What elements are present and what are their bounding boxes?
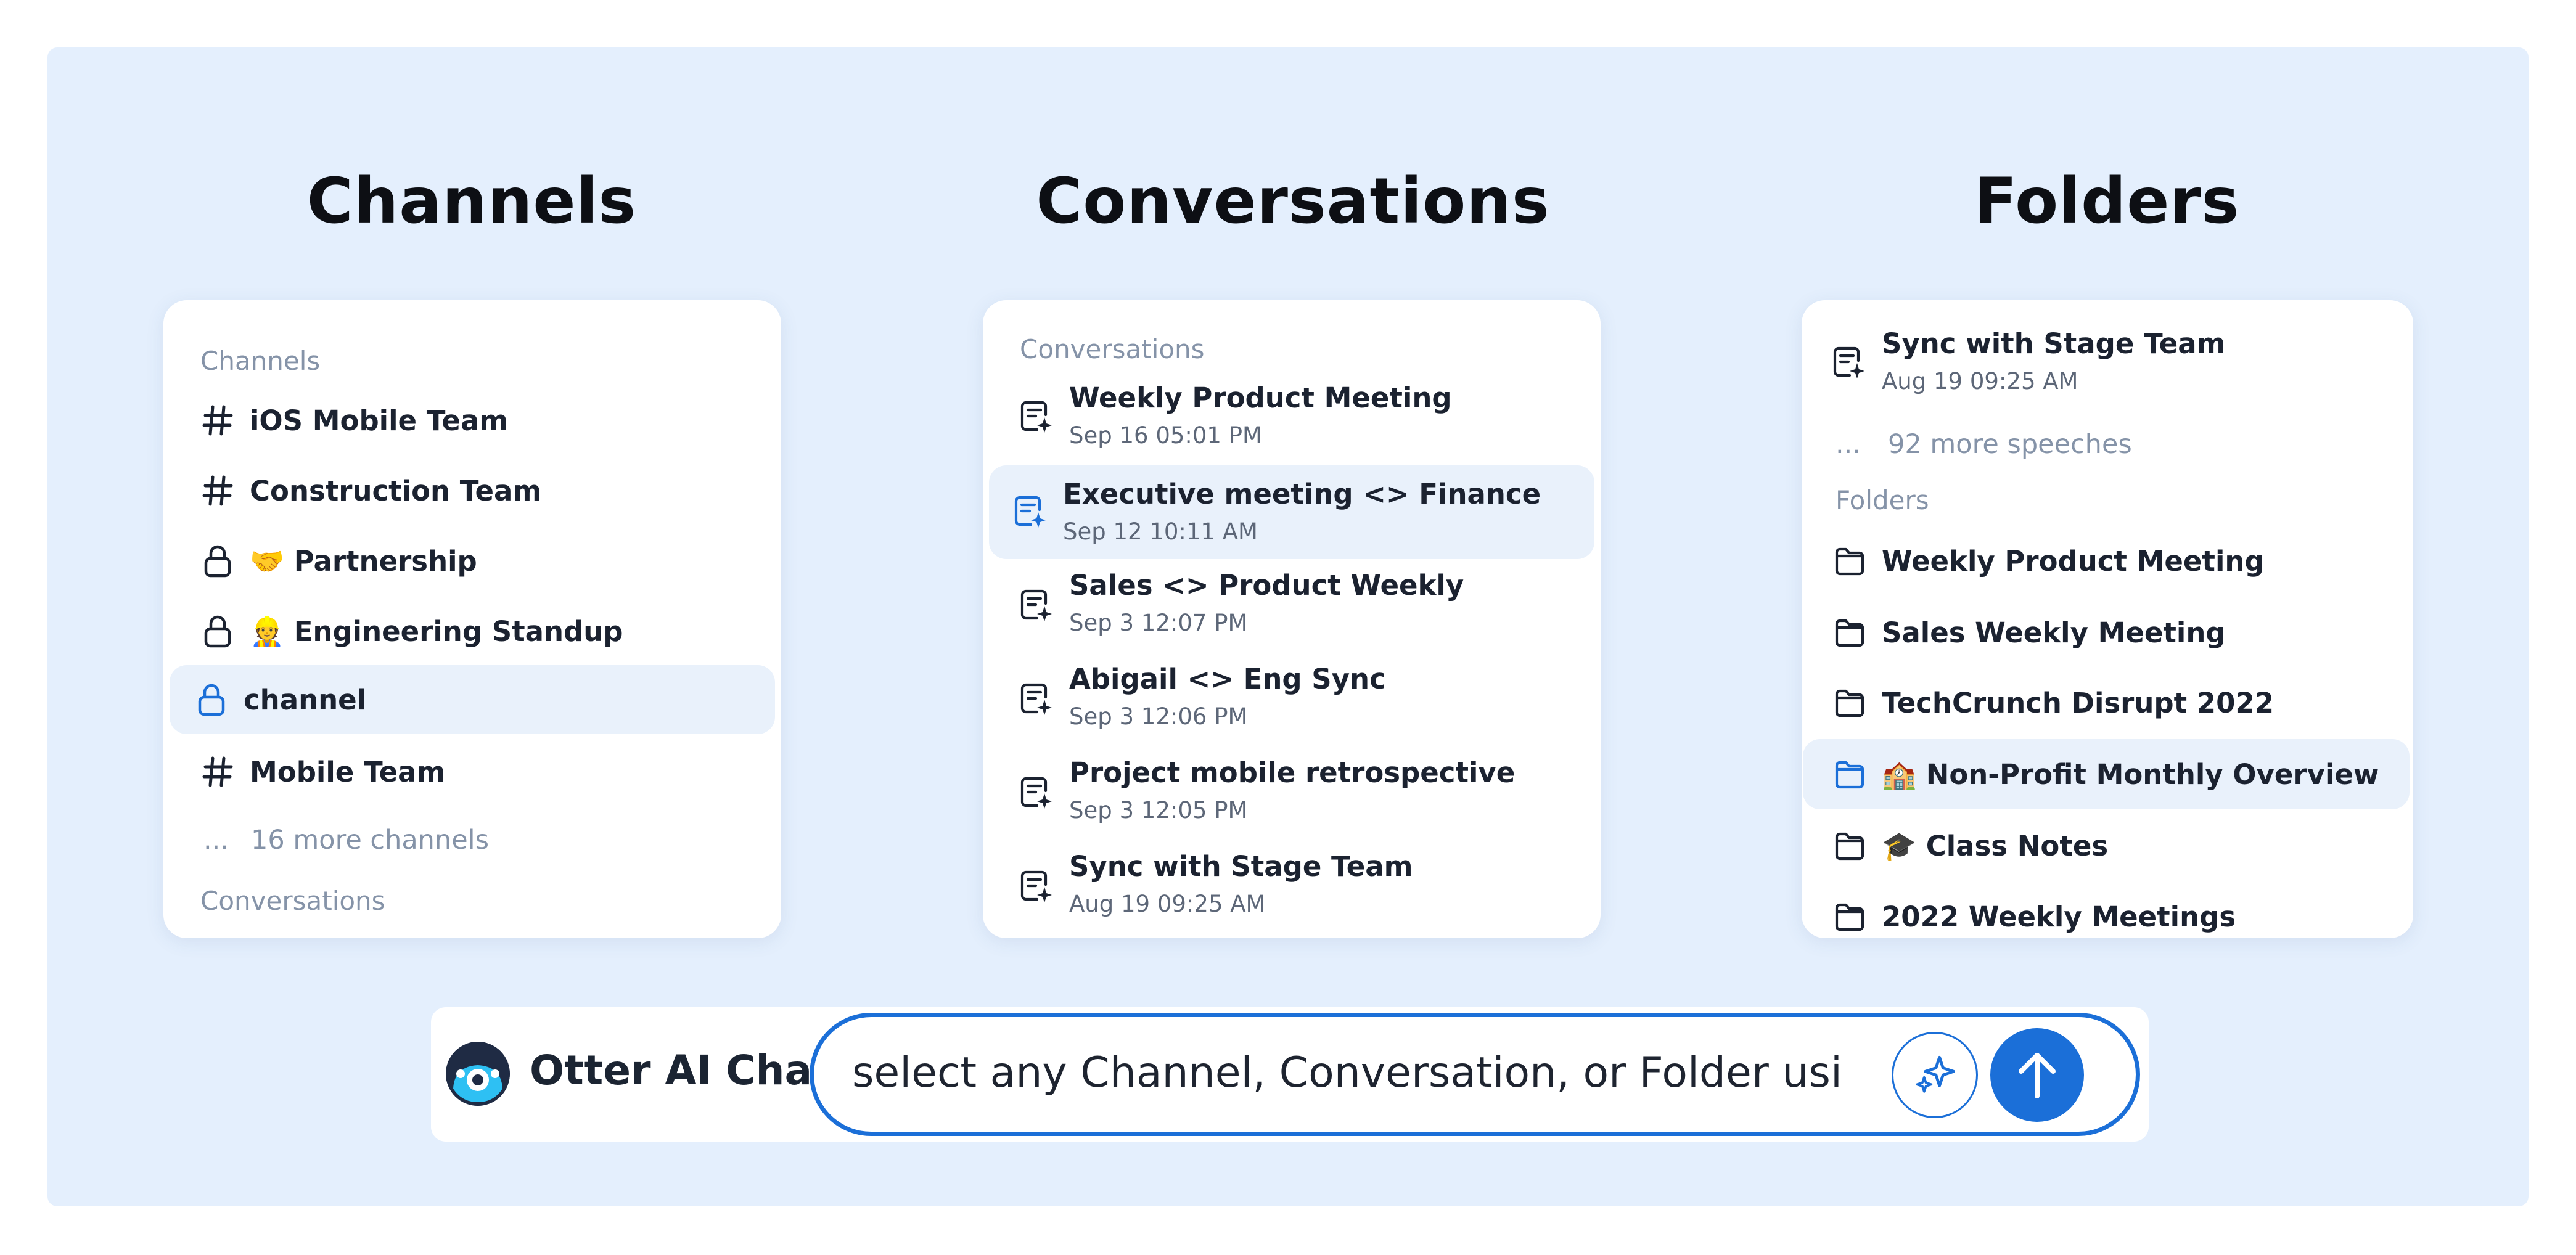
conversation-item[interactable]: Abigail <> Eng Sync Sep 3 12:06 PM — [989, 655, 1594, 743]
conversation-title: Weekly Product Meeting — [1069, 382, 1452, 414]
conversation-item[interactable]: Sync with Stage Team Aug 19 09:25 AM — [1808, 319, 2407, 406]
folder-label: TechCrunch Disrupt 2022 — [1882, 686, 2275, 719]
ai-suggest-button[interactable] — [1892, 1032, 1978, 1118]
channel-item[interactable]: Construction Team — [170, 457, 775, 525]
otter-chat-bar: Otter AI Chat — [431, 1007, 2149, 1142]
folder-item[interactable]: 2022 Weekly Meetings — [1808, 883, 2407, 938]
folders-heading: Folders — [1974, 165, 2240, 238]
channel-label: 👷 Engineering Standup — [250, 615, 623, 648]
chat-input[interactable] — [852, 1042, 1839, 1103]
conversation-title: Project mobile retrospective — [1069, 756, 1516, 789]
folder-icon — [1832, 828, 1867, 863]
more-dots: ... — [1836, 429, 1861, 460]
folder-icon — [1832, 615, 1867, 650]
channel-item[interactable]: 🤝 Partnership — [170, 527, 775, 595]
channels-heading: Channels — [306, 165, 637, 238]
conversation-date: Aug 19 09:25 AM — [1882, 368, 2078, 394]
conversation-date: Sep 12 10:11 AM — [1063, 518, 1258, 545]
ai-notes-icon — [1831, 345, 1866, 379]
lock-icon — [194, 682, 229, 717]
otter-logo-icon — [446, 1042, 510, 1106]
channel-item[interactable]: 👷 Engineering Standup — [170, 597, 775, 665]
ai-notes-icon — [1019, 681, 1053, 716]
folder-icon — [1832, 544, 1867, 578]
chat-input-field[interactable] — [810, 1013, 2140, 1136]
conversation-date: Sep 3 12:05 PM — [1069, 797, 1248, 824]
lock-icon — [200, 544, 235, 578]
conversation-date: Sep 3 12:07 PM — [1069, 610, 1248, 636]
folder-label: Weekly Product Meeting — [1882, 544, 2265, 578]
ai-notes-icon — [1019, 775, 1053, 809]
folder-item[interactable]: TechCrunch Disrupt 2022 — [1808, 669, 2407, 737]
conversation-item[interactable]: Sync with Stage Team Aug 19 09:25 AM — [989, 843, 1594, 930]
ai-notes-icon — [1019, 399, 1053, 433]
folder-label: Sales Weekly Meeting — [1882, 616, 2226, 649]
section-label-conversations: Conversations — [200, 886, 385, 916]
send-button[interactable] — [1990, 1028, 2084, 1122]
conversation-date: Aug 19 09:25 AM — [1069, 891, 1266, 917]
conversation-item-selected[interactable]: Executive meeting <> Finance Sep 12 10:1… — [989, 465, 1594, 559]
more-speeches-link[interactable]: ... 92 more speeches — [1808, 414, 2407, 475]
ai-notes-icon — [1012, 494, 1047, 528]
more-channels-link[interactable]: ... 16 more channels — [170, 809, 775, 871]
channel-label: 🤝 Partnership — [250, 544, 477, 578]
channel-item-selected[interactable]: channel — [170, 665, 775, 734]
conversation-item[interactable]: Weekly Product Meeting Sep 16 05:01 PM — [989, 373, 1594, 460]
conversation-item[interactable]: Sales <> Product Weekly Sep 3 12:07 PM — [989, 562, 1594, 649]
conversation-title: Sync with Stage Team — [1882, 327, 2226, 360]
channel-item[interactable]: iOS Mobile Team — [170, 386, 775, 454]
arrow-up-icon — [2019, 1053, 2056, 1098]
folder-item[interactable]: Weekly Product Meeting — [1808, 527, 2407, 595]
hash-icon — [200, 473, 235, 508]
folder-label: 2022 Weekly Meetings — [1882, 900, 2236, 933]
chat-title: Otter AI Chat — [530, 1047, 832, 1094]
hash-icon — [200, 754, 235, 789]
section-label-conversations: Conversations — [1020, 334, 1205, 364]
conversation-title: Sales <> Product Weekly — [1069, 569, 1464, 602]
ai-notes-icon — [1019, 869, 1053, 903]
more-channels-label: 16 more channels — [251, 825, 489, 856]
section-label-folders: Folders — [1836, 485, 1929, 515]
conversation-date: Sep 3 12:06 PM — [1069, 703, 1248, 730]
folders-card: Sync with Stage Team Aug 19 09:25 AM ...… — [1802, 300, 2413, 938]
channel-label: iOS Mobile Team — [250, 404, 509, 437]
conversations-card: Conversations Weekly Product Meeting Sep… — [983, 300, 1601, 938]
hash-icon — [200, 403, 235, 438]
conversations-heading: Conversations — [1036, 165, 1550, 238]
sparkle-icon — [1916, 1055, 1956, 1093]
channel-item[interactable]: Mobile Team — [170, 738, 775, 806]
folder-label: 🏫 Non-Profit Monthly Overview — [1882, 758, 2379, 791]
conversation-item[interactable]: Project mobile retrospective Sep 3 12:05… — [989, 749, 1594, 836]
folder-icon — [1832, 757, 1867, 791]
channel-label: channel — [244, 683, 367, 716]
folder-icon — [1832, 685, 1867, 720]
section-label-channels: Channels — [200, 346, 321, 376]
more-dots: ... — [203, 825, 229, 856]
channels-card: Channels iOS Mobile Team Construction Te… — [163, 300, 781, 938]
channel-label: Construction Team — [250, 474, 542, 507]
lock-icon — [200, 614, 235, 648]
folder-item[interactable]: 🎓 Class Notes — [1808, 812, 2407, 880]
folder-icon — [1832, 899, 1867, 934]
channel-label: Mobile Team — [250, 755, 446, 788]
conversation-title: Executive meeting <> Finance — [1063, 478, 1541, 510]
conversation-title: Abigail <> Eng Sync — [1069, 663, 1386, 695]
folder-label: 🎓 Class Notes — [1882, 829, 2109, 862]
conversation-date: Sep 16 05:01 PM — [1069, 422, 1262, 449]
more-speeches-label: 92 more speeches — [1888, 429, 2132, 460]
ai-notes-icon — [1019, 587, 1053, 622]
conversation-title: Sync with Stage Team — [1069, 850, 1413, 883]
folder-item-selected[interactable]: 🏫 Non-Profit Monthly Overview — [1803, 739, 2410, 809]
folder-item[interactable]: Sales Weekly Meeting — [1808, 599, 2407, 666]
